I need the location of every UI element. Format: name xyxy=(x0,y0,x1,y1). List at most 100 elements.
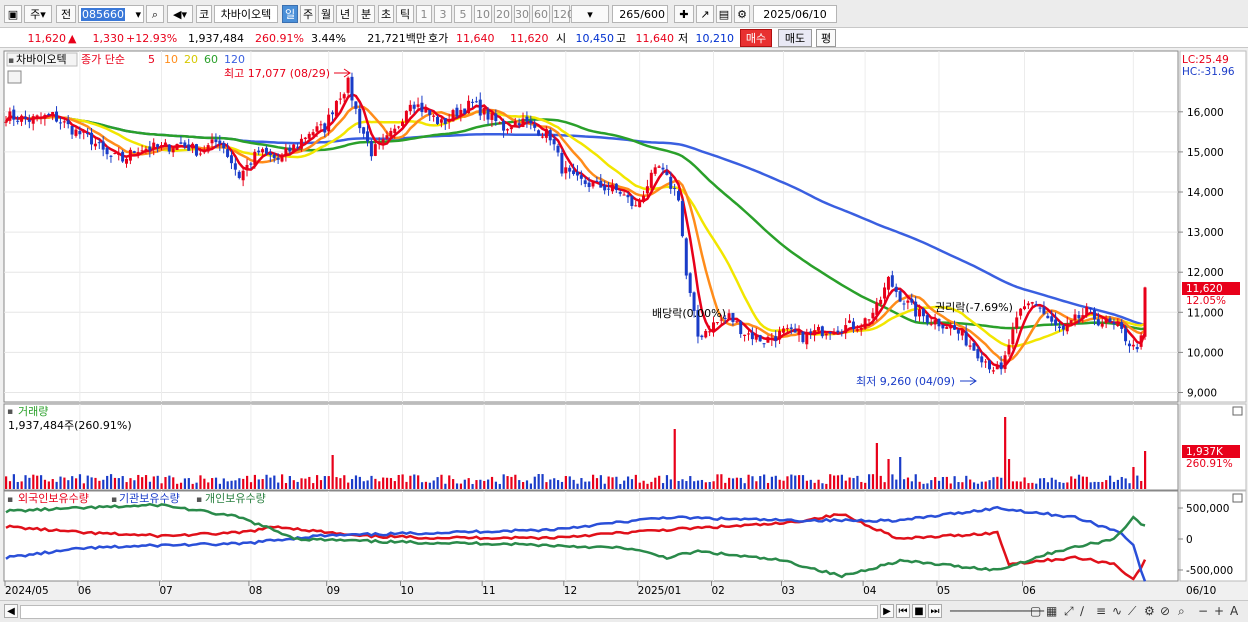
candle-body xyxy=(1131,344,1135,347)
code-dropdown-icon[interactable]: ▾ xyxy=(135,6,141,24)
volume-bar xyxy=(168,475,171,489)
gear-icon[interactable]: ⚙ xyxy=(734,5,750,23)
candle-body xyxy=(342,94,346,99)
candle-body xyxy=(918,309,922,317)
period-3-button[interactable]: 년 xyxy=(336,5,354,23)
interval-10-button[interactable]: 10 xyxy=(474,5,492,23)
search-icon[interactable]: ⌕ xyxy=(146,5,164,23)
sell-button[interactable]: 매도 xyxy=(778,29,812,47)
interval-120-button[interactable]: 120 xyxy=(552,5,574,23)
individual-legend-icon: ▪ xyxy=(196,495,202,505)
stock-name-field[interactable]: 차바이오텍 xyxy=(214,5,278,23)
interval-60-button[interactable]: 60 xyxy=(532,5,550,23)
fib-tool-icon[interactable]: ≡ xyxy=(1096,604,1106,618)
camera-icon[interactable]: ▢ xyxy=(1030,604,1041,618)
interval-3-button[interactable]: 3 xyxy=(434,5,452,23)
scroll-left-icon[interactable]: ◀ xyxy=(4,604,18,618)
stock-chart[interactable]: 9,000 10,000 11,000 12,000 13,000 14,000 15,00… xyxy=(0,50,1248,600)
candle-body xyxy=(871,312,875,319)
ma5-label: 5 xyxy=(148,53,155,66)
volume-bar xyxy=(584,481,587,489)
volume-bar xyxy=(273,475,276,489)
line-tool-icon[interactable]: ∕ xyxy=(1080,604,1084,618)
zoom-out-icon[interactable]: − xyxy=(1198,604,1208,618)
cursor-icon[interactable]: ⤢ xyxy=(1064,604,1074,619)
volume-bar xyxy=(689,476,692,489)
volume-close-icon[interactable] xyxy=(1232,406,1243,416)
grid-toggle-icon[interactable] xyxy=(7,70,22,84)
eval-button[interactable]: 평 xyxy=(816,29,836,47)
count-input[interactable]: 265/600 xyxy=(612,5,668,23)
period-4-button[interactable]: 분 xyxy=(357,5,375,23)
candle-body xyxy=(537,130,541,136)
candle-body xyxy=(762,343,766,345)
zoom-icon[interactable]: ⌕ xyxy=(1178,604,1185,619)
individual-legend: 개인보유수량 xyxy=(205,492,266,505)
candle-body xyxy=(840,331,844,333)
candle-body xyxy=(315,126,319,132)
font-size-icon[interactable]: A xyxy=(1230,604,1238,618)
period-5-button[interactable]: 초 xyxy=(378,5,394,23)
candle-body xyxy=(859,327,863,330)
volume-panel[interactable] xyxy=(3,403,1179,491)
volume-bar xyxy=(502,474,505,489)
candle-body xyxy=(677,191,681,201)
layout-icon[interactable]: ▣ xyxy=(4,5,22,23)
interval-30-button[interactable]: 30 xyxy=(514,5,530,23)
save-icon[interactable]: ▤ xyxy=(716,5,732,23)
date-input[interactable]: 2025/06/10 xyxy=(753,5,837,23)
candle-body xyxy=(338,98,342,100)
candle-body xyxy=(902,303,906,305)
stock-code-input[interactable]: 085660 ▾ xyxy=(78,5,144,23)
settings-small-icon[interactable]: ⚙ xyxy=(1144,604,1155,618)
candle-body xyxy=(152,142,156,150)
link-icon[interactable]: ⊘ xyxy=(1160,604,1170,618)
last-price-pct: 12.05% xyxy=(1186,295,1226,307)
candle-body xyxy=(20,115,24,122)
draw-tool-icon[interactable]: ↗ xyxy=(696,5,714,23)
volume-bar xyxy=(836,475,840,489)
crosshair-icon[interactable]: ✚ xyxy=(674,5,694,23)
trend-tool-icon[interactable]: ⟋ xyxy=(1128,604,1136,619)
stop-icon[interactable]: ■ xyxy=(912,604,926,618)
market-dropdown[interactable]: 주▾ xyxy=(24,5,52,23)
scroll-track[interactable] xyxy=(20,605,878,619)
filter-button[interactable]: 전 xyxy=(56,5,76,23)
candle-body xyxy=(665,171,669,175)
volume-bar xyxy=(603,483,606,489)
scroll-right-icon[interactable]: ▶ xyxy=(880,604,894,618)
price-panel[interactable] xyxy=(3,50,1179,403)
scroll-last-icon[interactable]: ⏭ xyxy=(928,604,942,618)
candle-body xyxy=(136,152,140,155)
period-0-button[interactable]: 일 xyxy=(282,5,298,23)
chart-style-icon[interactable]: ▦ xyxy=(1046,604,1057,618)
period-6-button[interactable]: 틱 xyxy=(396,5,414,23)
candle-body xyxy=(428,109,432,115)
candle-body xyxy=(8,111,12,121)
candle-body xyxy=(459,109,463,117)
candle-body xyxy=(832,332,836,335)
candle-body xyxy=(968,345,972,347)
candle-body xyxy=(505,129,509,131)
bottom-scrollbar[interactable]: ◀ ▶ ⏮ ■ ⏭ ───────────── ▢ ▦ ⤢ ∕ ≡ ∿ ⟋ ⚙ … xyxy=(0,600,1248,622)
period-1-button[interactable]: 주 xyxy=(300,5,316,23)
candle-body xyxy=(669,176,673,189)
interval-1-button[interactable]: 1 xyxy=(416,5,432,23)
volume-bar xyxy=(766,482,770,489)
interval-select[interactable]: ▾ xyxy=(571,5,609,23)
type-button[interactable]: 코 xyxy=(196,5,212,23)
holding-close-icon[interactable] xyxy=(1232,493,1243,503)
period-2-button[interactable]: 월 xyxy=(318,5,334,23)
candle-body xyxy=(373,144,377,156)
wave-tool-icon[interactable]: ∿ xyxy=(1112,604,1122,618)
volume-bar xyxy=(568,476,571,489)
candle-body xyxy=(1127,343,1131,347)
buy-button[interactable]: 매수 xyxy=(740,29,772,47)
candle-body xyxy=(1089,307,1093,310)
interval-5-button[interactable]: 5 xyxy=(454,5,472,23)
candle-body xyxy=(622,194,626,196)
interval-20-button[interactable]: 20 xyxy=(494,5,512,23)
speaker-icon[interactable]: ◀▾ xyxy=(167,5,193,23)
zoom-in-icon[interactable]: + xyxy=(1214,604,1224,618)
scroll-first-icon[interactable]: ⏮ xyxy=(896,604,910,618)
